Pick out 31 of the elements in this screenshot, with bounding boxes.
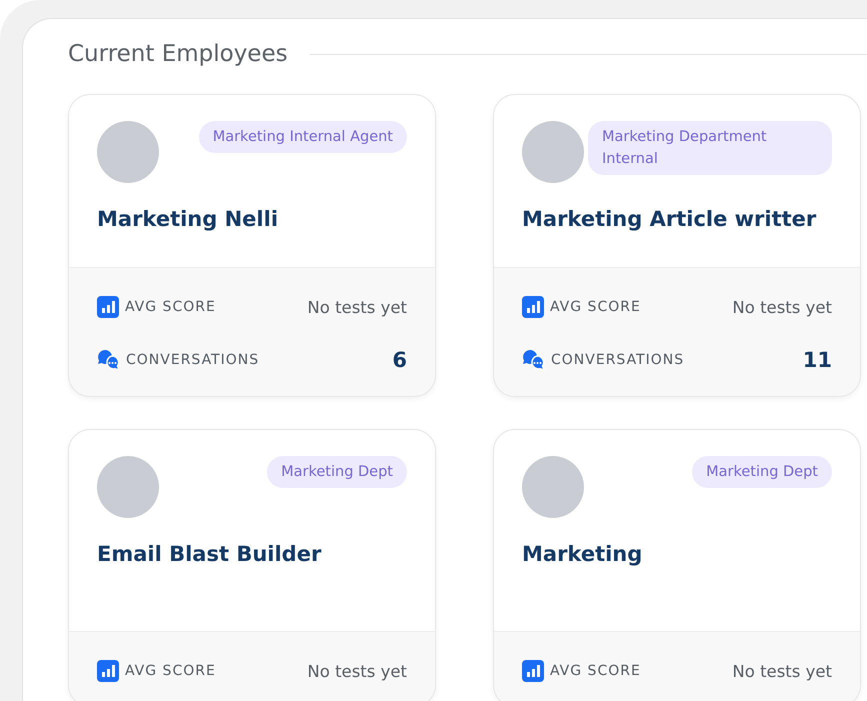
stat-label: AVG SCORE bbox=[550, 663, 641, 679]
stat-value: 6 bbox=[392, 348, 407, 372]
chat-bubbles-icon bbox=[97, 349, 120, 371]
bar-chart-icon bbox=[522, 660, 544, 682]
stat-label: CONVERSATIONS bbox=[551, 352, 684, 368]
stat-label: AVG SCORE bbox=[550, 299, 641, 315]
stat-label: AVG SCORE bbox=[125, 299, 216, 315]
employee-name: Marketing bbox=[522, 542, 644, 566]
employee-card[interactable]: Marketing Dept Email Blast Builder AVG SCORE No tests yet bbox=[68, 429, 436, 701]
chat-bubbles-icon bbox=[522, 349, 545, 371]
bar-chart-icon bbox=[522, 296, 544, 318]
stat-value: No tests yet bbox=[732, 662, 832, 680]
employee-card[interactable]: Marketing Dept Marketing AVG SCORE No tests yet bbox=[493, 429, 861, 701]
stat-value: 11 bbox=[802, 348, 832, 372]
stat-label: CONVERSATIONS bbox=[126, 352, 260, 368]
department-tag: Marketing Dept bbox=[692, 456, 832, 488]
stat-label: AVG SCORE bbox=[125, 663, 216, 679]
employee-name: Email Blast Builder bbox=[97, 542, 322, 566]
department-tag: Marketing Internal Agent bbox=[198, 121, 407, 153]
employee-name: Marketing Article writter bbox=[522, 207, 818, 231]
section-title: Current Employees bbox=[68, 41, 288, 67]
stat-value: No tests yet bbox=[307, 662, 407, 680]
bar-chart-icon bbox=[97, 296, 119, 318]
stat-value: No tests yet bbox=[307, 298, 407, 316]
employee-name: Marketing Nelli bbox=[97, 207, 280, 231]
department-tag: Marketing Department Internal bbox=[588, 121, 832, 175]
bar-chart-icon bbox=[97, 660, 119, 682]
stat-value: No tests yet bbox=[732, 298, 832, 316]
employee-card[interactable]: Marketing Internal Agent Marketing Nelli AVG SCORE No tests yet CONVERSATIONS 6 bbox=[68, 94, 436, 397]
employee-card[interactable]: Marketing Department Internal Marketing Article writter AVG SCORE No tests yet CONVERSATIONS 11 bbox=[493, 94, 861, 397]
department-tag: Marketing Dept bbox=[267, 456, 407, 488]
